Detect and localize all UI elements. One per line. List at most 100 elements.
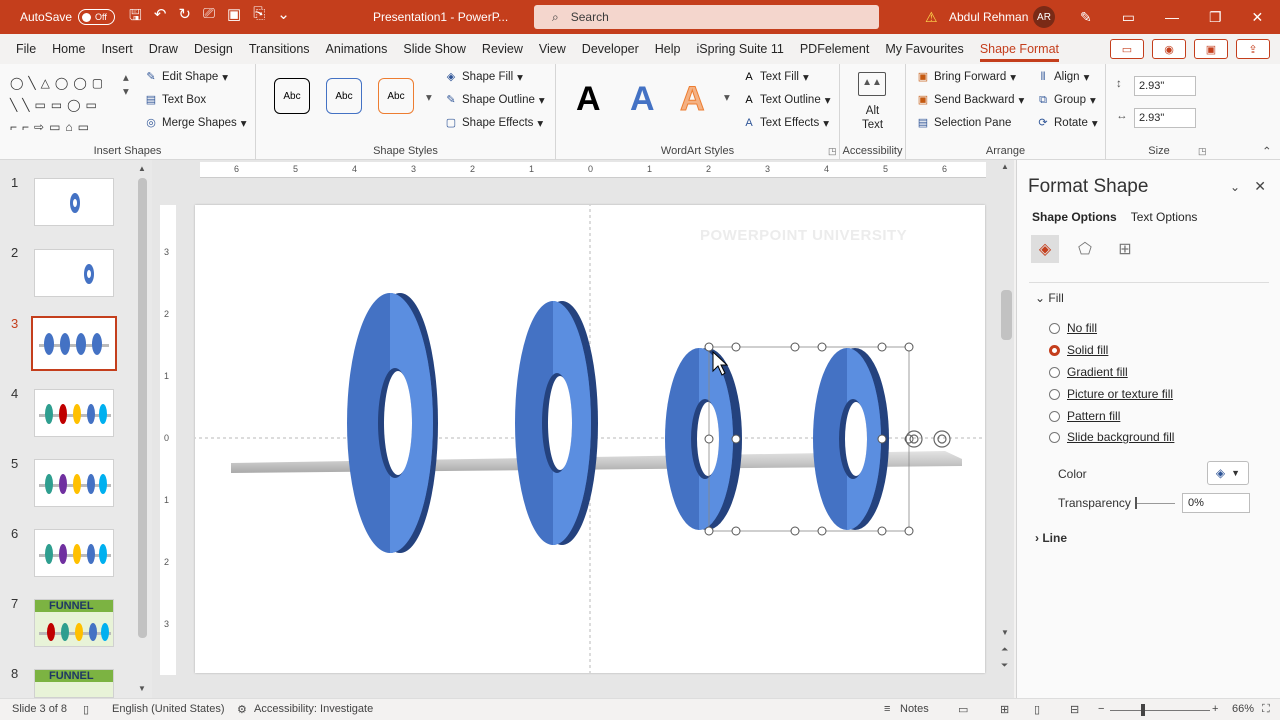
tab-view[interactable]: View [531,34,574,64]
radio-button[interactable] [1049,322,1060,334]
slide-sorter-icon[interactable]: ⊞ [1000,703,1009,716]
previous-slide-icon[interactable]: ⏶ [1001,644,1008,655]
radio-button-selected[interactable] [1049,344,1060,356]
fill-section-header[interactable]: ⌄ Fill [1035,291,1064,305]
text-box-button[interactable]: ▤ Text Box [144,93,206,107]
close-icon[interactable]: ✕ [1252,9,1264,26]
radio-button[interactable] [1049,431,1060,443]
radio-no-fill[interactable]: No fill [1049,321,1097,335]
shape-outline-button[interactable]: ✎ Shape Outline ▾ [444,93,544,107]
shapes-gallery-scroll[interactable]: ▴ ▾ [123,70,129,98]
redo-icon[interactable]: ↻ [178,5,191,30]
notes-icon[interactable]: ≡ [884,703,890,715]
ring-shape-2[interactable] [515,301,598,545]
clipboard-icon[interactable]: ▣ [227,5,241,30]
scroll-down-icon[interactable]: ▼ [1001,628,1009,637]
language-indicator[interactable]: English (United States) [112,703,225,715]
slide-thumbnail-5[interactable] [34,459,114,507]
present-icon[interactable]: ⎚ [203,5,215,30]
tab-design[interactable]: Design [186,34,241,64]
shape-style-3[interactable]: Abc [378,78,414,114]
tab-ispring[interactable]: iSpring Suite 11 [689,34,792,64]
text-outline-button[interactable]: A Text Outline ▾ [742,93,830,107]
scroll-up-icon[interactable]: ▲ [1001,162,1012,176]
tab-home[interactable]: Home [44,34,93,64]
bring-forward-button[interactable]: ▣ Bring Forward ▾ [916,70,1016,84]
rotate-button[interactable]: ⟳ Rotate ▾ [1036,116,1097,130]
notes-pane-icon[interactable]: ▯ [83,703,89,716]
tab-developer[interactable]: Developer [574,34,647,64]
notes-button[interactable]: Notes [900,703,929,715]
transparency-slider-track[interactable] [1135,503,1175,504]
selection-handles[interactable] [704,342,914,536]
color-picker-button[interactable]: ◈ ▼ [1207,461,1249,485]
zoom-slider-thumb[interactable] [1141,704,1145,716]
slide-thumbnail-8[interactable]: FUNNEL [34,669,114,698]
ring-shape-1[interactable] [347,293,438,553]
save-icon[interactable]: 🖫 [129,5,142,30]
radio-button[interactable] [1049,366,1060,378]
text-fill-button[interactable]: A Text Fill ▾ [742,70,808,84]
transparency-input[interactable]: 0% [1182,493,1250,513]
slide-thumbnail-6[interactable] [34,529,114,577]
edit-shape-button[interactable]: ✎ Edit Shape ▾ [144,70,228,84]
shapes-gallery[interactable]: ◯╲△◯◯▢ ╲╲▭▭◯▭ ⌐⌐⇨▭⌂▭ [10,72,122,138]
line-section-header[interactable]: › Line [1035,531,1067,545]
wordart-more[interactable]: ▾ [724,90,730,104]
radio-picture-fill[interactable]: Picture or texture fill [1049,387,1173,401]
shape-fill-button[interactable]: ◈ Shape Fill ▾ [444,70,523,84]
slide-thumbnail-1[interactable] [34,178,114,226]
comments-icon[interactable]: ▭ [1110,39,1144,59]
pane-options-icon[interactable]: ⌄ [1230,180,1240,194]
radio-slide-background-fill[interactable]: Slide background fill [1049,430,1174,444]
tab-insert[interactable]: Insert [94,34,141,64]
radio-pattern-fill[interactable]: Pattern fill [1049,409,1120,423]
radio-solid-fill[interactable]: Solid fill [1049,343,1108,357]
slide-thumbnail-7[interactable]: FUNNEL [34,599,114,647]
customize-qat-icon[interactable]: ⌄ [277,5,290,30]
search-box[interactable]: ⌕ Search [534,5,879,29]
zoom-out-icon[interactable]: − [1098,703,1104,715]
selection-pane-button[interactable]: ▤ Selection Pane [916,116,1012,130]
restore-icon[interactable]: ❐ [1209,9,1222,26]
transparency-slider-thumb[interactable] [1135,497,1137,509]
format-painter-icon[interactable]: ⎘ [253,5,265,30]
ring-shape-3[interactable] [665,348,742,530]
pen-icon[interactable]: ✎ [1080,9,1092,26]
accessibility-status[interactable]: Accessibility: Investigate [254,703,373,715]
scroll-thumb[interactable] [1001,290,1012,340]
shape-styles-more[interactable]: ▾ [426,90,432,104]
tab-transitions[interactable]: Transitions [241,34,318,64]
tab-shape-format[interactable]: Shape Format [972,34,1067,64]
accessibility-icon[interactable]: ⚙ [237,703,247,716]
group-button[interactable]: ⧉ Group ▾ [1036,93,1096,107]
present-teams-icon[interactable]: ▣ [1194,39,1228,59]
reading-view-icon[interactable]: ▯ [1034,703,1040,716]
scroll-thumb[interactable] [138,178,147,638]
shape-height-input[interactable]: 2.93" [1134,76,1196,96]
slideshow-view-icon[interactable]: ⊟ [1070,703,1079,716]
zoom-level[interactable]: 66% [1232,703,1254,715]
tab-slide-show[interactable]: Slide Show [395,34,474,64]
avatar[interactable]: AR [1033,6,1055,28]
slide-thumbnail-2[interactable] [34,249,114,297]
radio-gradient-fill[interactable]: Gradient fill [1049,365,1128,379]
tab-my-favourites[interactable]: My Favourites [877,34,972,64]
slide-canvas[interactable]: POWERPOINT UNIVERSITY [195,205,985,673]
fit-slide-icon[interactable]: ⛶ [1262,703,1270,716]
merge-shapes-button[interactable]: ◎ Merge Shapes ▾ [144,116,246,130]
wordart-style-3[interactable]: A [680,80,706,119]
fill-line-icon[interactable]: ◈ [1031,235,1059,263]
wordart-style-1[interactable]: A [576,80,601,119]
radio-button[interactable] [1049,388,1060,400]
tab-animations[interactable]: Animations [318,34,396,64]
share-icon[interactable]: ⇪ [1236,39,1270,59]
user-name[interactable]: Abdul Rehman [949,10,1028,24]
ribbon-display-icon[interactable]: ▭ [1122,9,1135,26]
shape-width-input[interactable]: 2.93" [1134,108,1196,128]
radio-button[interactable] [1049,410,1060,422]
collapse-ribbon-icon[interactable]: ⌃ [1262,144,1272,158]
tab-draw[interactable]: Draw [141,34,186,64]
tab-file[interactable]: File [8,34,44,64]
editor-scrollbar[interactable]: ▲ ▼ ⏶ ⏷ [1000,160,1014,698]
